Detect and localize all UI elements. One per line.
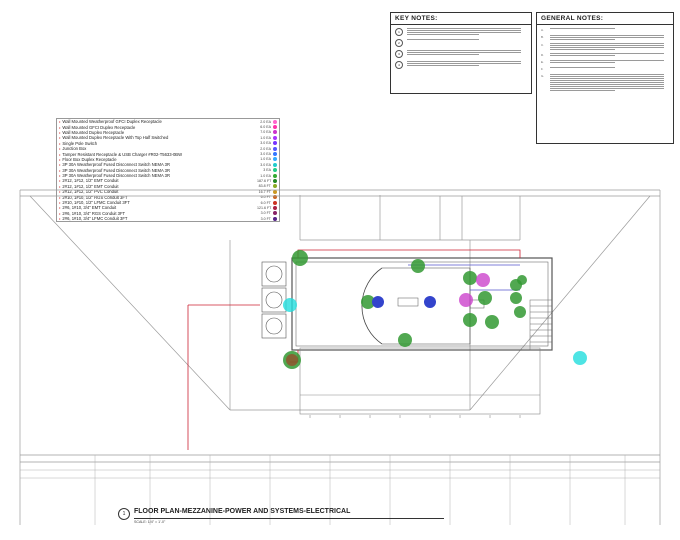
mechanical-units [261, 261, 287, 339]
stair [529, 299, 553, 351]
plan-dimension-ticks [309, 415, 521, 418]
drawing-number: 1 [118, 508, 130, 520]
drawing-scale: SCALE: 1/4" = 1'-0" [134, 520, 166, 524]
floor-plan-drawing [19, 189, 661, 525]
building-outline [19, 189, 661, 525]
drawing-title: FLOOR PLAN-MEZZANINE-POWER AND SYSTEMS-E… [134, 508, 351, 515]
title-underline [134, 518, 444, 519]
